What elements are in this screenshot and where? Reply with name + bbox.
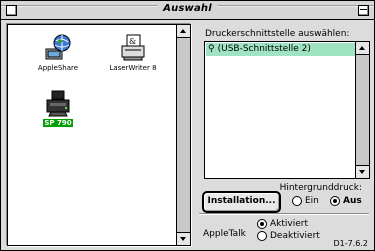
driver-list-scrollbar[interactable] (176, 25, 190, 245)
scroll-up-arrow-icon[interactable] (177, 25, 190, 38)
driver-label: LaserWriter 8 (109, 64, 157, 72)
driver-item-laserwriter[interactable]: & LaserWriter 8 (103, 33, 163, 72)
appletalk-active-radio[interactable]: Aktiviert (257, 219, 308, 229)
laserwriter-printer-icon: & (121, 34, 145, 61)
radio-off-icon (257, 231, 267, 241)
driver-item-sp790[interactable]: SP 790 (30, 88, 86, 127)
radio-on-icon (257, 219, 267, 229)
window-title: Auswahl (157, 3, 218, 14)
port-item-label: (USB-Schnittstelle 2) (217, 44, 311, 54)
epson-printer-icon (46, 90, 70, 117)
scroll-up-arrow-icon[interactable] (356, 42, 369, 55)
background-printing-off-radio[interactable]: Aus (330, 196, 362, 206)
radio-label: Deaktiviert (270, 231, 320, 241)
usb-icon: ⚲ (208, 44, 215, 54)
appleshare-globe-icon (45, 34, 71, 60)
setup-button[interactable]: Installation... (202, 191, 281, 213)
background-printing-label: Hintergrunddruck: (279, 183, 362, 193)
close-box-icon[interactable] (6, 5, 17, 16)
port-list: ⚲ (USB-Schnittstelle 2) (204, 41, 370, 179)
driver-list-panel: AppleShare & LaserWriter 8 SP 790 (7, 24, 191, 246)
driver-list: AppleShare & LaserWriter 8 SP 790 (8, 25, 176, 245)
driver-label: SP 790 (43, 119, 73, 127)
radio-label: Aus (343, 196, 362, 206)
background-printing-on-radio[interactable]: Ein (292, 196, 319, 206)
zoom-box-icon[interactable] (358, 5, 369, 16)
scroll-down-arrow-icon[interactable] (356, 165, 369, 178)
radio-off-icon (292, 196, 302, 206)
port-list-scrollbar[interactable] (355, 42, 369, 178)
svg-text:&: & (129, 37, 136, 46)
appletalk-inactive-radio[interactable]: Deaktiviert (257, 231, 320, 241)
driver-item-appleshare[interactable]: AppleShare (30, 33, 86, 72)
chooser-window: Auswahl AppleShare & LaserWriter 8 SP 79… (0, 0, 375, 251)
port-item-usb[interactable]: ⚲ (USB-Schnittstelle 2) (206, 43, 356, 56)
radio-on-icon (330, 196, 340, 206)
version-label: D1-7.6.2 (333, 239, 369, 248)
appletalk-label: AppleTalk (203, 229, 246, 239)
radio-label: Ein (305, 196, 319, 206)
radio-label: Aktiviert (270, 219, 308, 229)
title-bar[interactable]: Auswahl (1, 1, 374, 20)
divider (199, 213, 369, 215)
port-heading: Druckerschnittstelle auswählen: (205, 29, 350, 39)
scroll-down-arrow-icon[interactable] (177, 232, 190, 245)
driver-label: AppleShare (37, 64, 79, 72)
